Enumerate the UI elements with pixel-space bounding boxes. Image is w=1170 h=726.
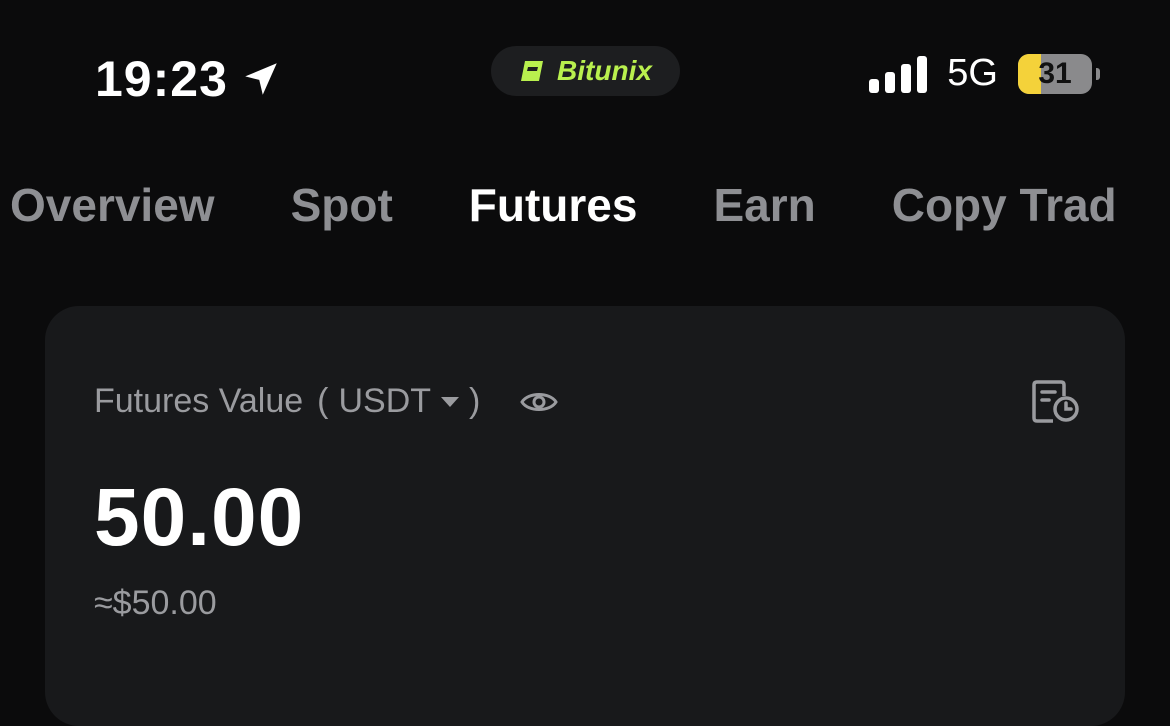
- brand-name: Bitunix: [557, 55, 652, 86]
- location-arrow-icon: [245, 63, 277, 95]
- bitunix-logo-icon: [521, 61, 544, 81]
- tab-spot[interactable]: Spot: [291, 178, 393, 232]
- futures-value-card: Futures Value ( USDT ) 50.00 ≈$50.00: [45, 306, 1125, 726]
- currency-label: USDT: [338, 382, 432, 420]
- futures-value-amount: 50.00: [94, 472, 305, 563]
- tab-earn[interactable]: Earn: [713, 178, 815, 232]
- currency-close-paren: ): [469, 382, 481, 420]
- futures-value-header: Futures Value ( USDT ): [94, 382, 559, 421]
- eye-icon[interactable]: [520, 388, 559, 416]
- battery-level: 31: [1038, 56, 1072, 90]
- futures-value-fiat: ≈$50.00: [94, 584, 217, 622]
- currency-open-paren: (: [317, 382, 329, 420]
- status-time: 19:23: [95, 50, 282, 108]
- asset-tabs: Overview Spot Futures Earn Copy Trad: [10, 178, 1117, 232]
- status-indicators: 5G 31: [869, 52, 1100, 95]
- battery-icon: 31: [1018, 53, 1100, 94]
- history-icon[interactable]: [1031, 378, 1081, 424]
- signal-bars-icon: [869, 55, 928, 93]
- network-type: 5G: [947, 52, 998, 94]
- tab-copy-trading[interactable]: Copy Trad: [892, 178, 1117, 232]
- tab-futures[interactable]: Futures: [469, 178, 638, 232]
- currency-selector[interactable]: ( USDT ): [317, 382, 480, 421]
- futures-value-label: Futures Value: [94, 382, 304, 420]
- tab-overview[interactable]: Overview: [10, 178, 215, 232]
- caret-down-icon: [441, 396, 460, 407]
- status-time-text: 19:23: [95, 51, 228, 107]
- brand-pill[interactable]: Bitunix: [491, 46, 680, 96]
